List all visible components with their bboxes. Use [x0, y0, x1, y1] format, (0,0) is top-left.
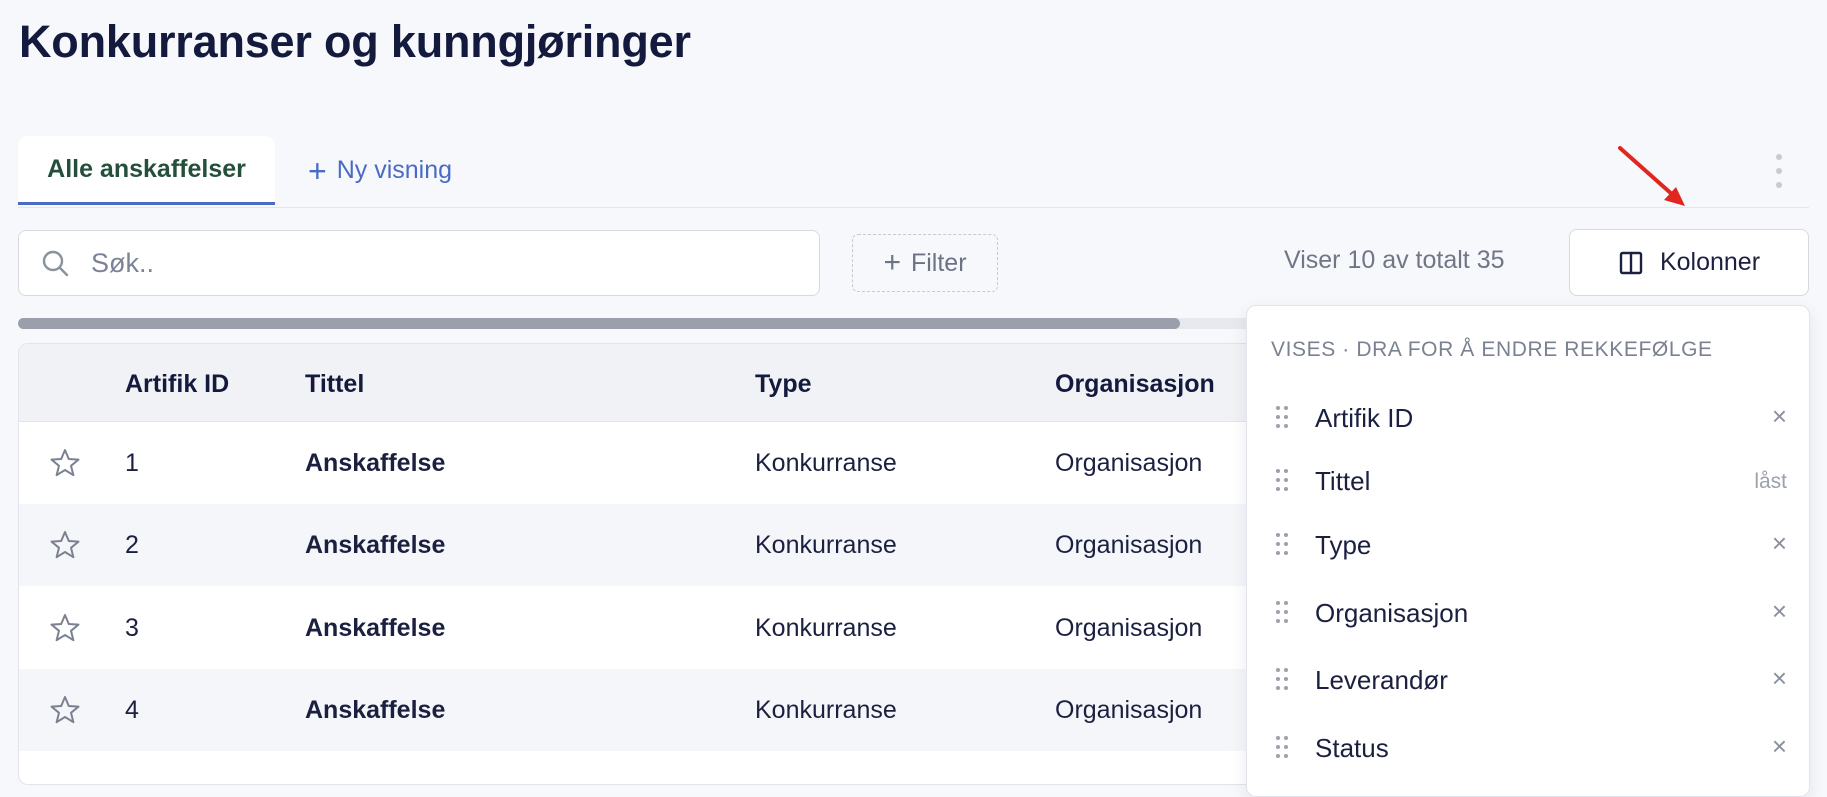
column-item-tittel[interactable]: Tittel låst [1247, 453, 1809, 509]
column-label: Organisasjon [1315, 598, 1469, 628]
add-filter-button[interactable]: + Filter [852, 234, 998, 292]
page-title: Konkurranser og kunngjøringer [19, 16, 691, 67]
cell-type: Konkurranse [755, 614, 897, 642]
header-artifik-id[interactable]: Artifik ID [125, 370, 229, 399]
columns-panel-heading: VISES · DRA FOR Å ENDRE REKKEFØLGE [1271, 338, 1713, 361]
view-tabs: Alle anskaffelser + Ny visning [18, 136, 1809, 208]
cell-title[interactable]: Anskaffelse [305, 614, 445, 643]
cell-id: 3 [125, 614, 139, 642]
cell-id: 1 [125, 449, 139, 477]
result-count: Viser 10 av totalt 35 [1284, 246, 1505, 274]
cell-type: Konkurranse [755, 531, 897, 559]
columns-panel: VISES · DRA FOR Å ENDRE REKKEFØLGE Artif… [1246, 305, 1810, 797]
cell-org: Organisasjon [1055, 531, 1203, 559]
plus-icon: + [308, 152, 327, 189]
column-item-artifik-id[interactable]: Artifik ID × [1247, 390, 1809, 446]
remove-column-icon[interactable]: × [1772, 529, 1787, 558]
cell-org: Organisasjon [1055, 696, 1203, 724]
scrollbar-thumb[interactable] [18, 318, 1180, 329]
more-options-icon[interactable] [1773, 154, 1785, 188]
remove-column-icon[interactable]: × [1772, 732, 1787, 761]
column-label: Artifik ID [1315, 403, 1414, 433]
drag-handle-icon[interactable] [1275, 735, 1289, 759]
cell-title[interactable]: Anskaffelse [305, 696, 445, 725]
star-icon[interactable] [49, 447, 81, 479]
column-item-organisasjon[interactable]: Organisasjon × [1247, 585, 1809, 641]
remove-column-icon[interactable]: × [1772, 664, 1787, 693]
columns-button[interactable]: Kolonner [1569, 229, 1809, 296]
cell-id: 4 [125, 696, 139, 724]
cell-type: Konkurranse [755, 449, 897, 477]
drag-handle-icon[interactable] [1275, 468, 1289, 492]
drag-handle-icon[interactable] [1275, 600, 1289, 624]
drag-handle-icon[interactable] [1275, 667, 1289, 691]
star-icon[interactable] [49, 694, 81, 726]
star-icon[interactable] [49, 612, 81, 644]
new-view-label: Ny visning [336, 156, 453, 184]
cell-title[interactable]: Anskaffelse [305, 531, 445, 560]
header-type[interactable]: Type [755, 370, 812, 399]
cell-type: Konkurranse [755, 696, 897, 724]
column-label: Leverandør [1315, 665, 1448, 695]
column-label: Status [1315, 733, 1389, 763]
cell-org: Organisasjon [1055, 449, 1203, 477]
column-label: Type [1315, 530, 1372, 560]
plus-icon: + [883, 246, 901, 279]
search-box [18, 230, 820, 296]
remove-column-icon[interactable]: × [1772, 402, 1787, 431]
cell-id: 2 [125, 531, 139, 559]
columns-label: Kolonner [1659, 248, 1761, 276]
annotation-arrow-icon [1618, 146, 1685, 206]
header-organisasjon[interactable]: Organisasjon [1055, 370, 1215, 399]
header-tittel[interactable]: Tittel [305, 370, 364, 399]
new-view-tab[interactable]: + Ny visning [308, 136, 452, 205]
filter-label: Filter [910, 248, 967, 277]
column-item-type[interactable]: Type × [1247, 517, 1809, 573]
drag-handle-icon[interactable] [1275, 532, 1289, 556]
cell-org: Organisasjon [1055, 614, 1203, 642]
tab-all-procurements[interactable]: Alle anskaffelser [18, 136, 275, 205]
remove-column-icon[interactable]: × [1772, 597, 1787, 626]
column-item-status[interactable]: Status × [1247, 720, 1809, 776]
locked-badge: låst [1754, 470, 1787, 493]
star-icon[interactable] [49, 529, 81, 561]
column-label: Tittel [1315, 466, 1371, 496]
search-icon [42, 250, 69, 277]
columns-icon [1619, 251, 1643, 274]
cell-title[interactable]: Anskaffelse [305, 449, 445, 478]
column-item-leverandor[interactable]: Leverandør × [1247, 652, 1809, 708]
drag-handle-icon[interactable] [1275, 405, 1289, 429]
search-input[interactable] [89, 246, 773, 280]
